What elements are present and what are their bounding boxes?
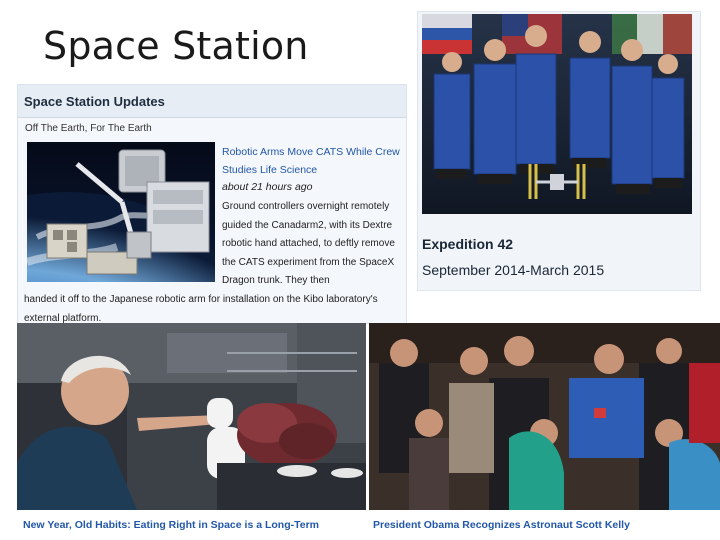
state-of-union-photo[interactable] [369,323,720,510]
expedition-card: Expedition 42 September 2014-March 2015 [417,11,701,291]
slide-title: Space Station [43,24,309,68]
crew-photo[interactable] [422,14,692,214]
expedition-title: Expedition 42 [422,236,514,252]
widget-subtitle: Off The Earth, For The Earth [25,123,152,134]
widget-title: Space Station Updates [24,94,165,109]
story-body-continued: handed it off to the Japanese robotic ar… [24,294,378,324]
robotic-arm-photo[interactable] [27,142,215,282]
story-title-link[interactable]: Robotic Arms Move CATS While Crew Studie… [222,143,402,179]
story-caption-link[interactable]: New Year, Old Habits: Eating Right in Sp… [23,515,363,540]
story-body: Ground controllers overnight remotely gu… [222,201,395,286]
eating-right-story: New Year, Old Habits: Eating Right in Sp… [17,323,366,540]
obama-kelly-story: President Obama Recognizes Astronaut Sco… [369,323,720,540]
astronaut-lettuce-photo[interactable] [17,323,366,510]
space-station-updates-widget: Space Station Updates Off The Earth, For… [17,84,407,324]
expedition-dates: September 2014-March 2015 [422,262,605,278]
story-caption-link[interactable]: President Obama Recognizes Astronaut Sco… [373,515,718,535]
widget-header: Space Station Updates [18,85,406,118]
story-timestamp: about 21 hours ago [222,181,313,193]
